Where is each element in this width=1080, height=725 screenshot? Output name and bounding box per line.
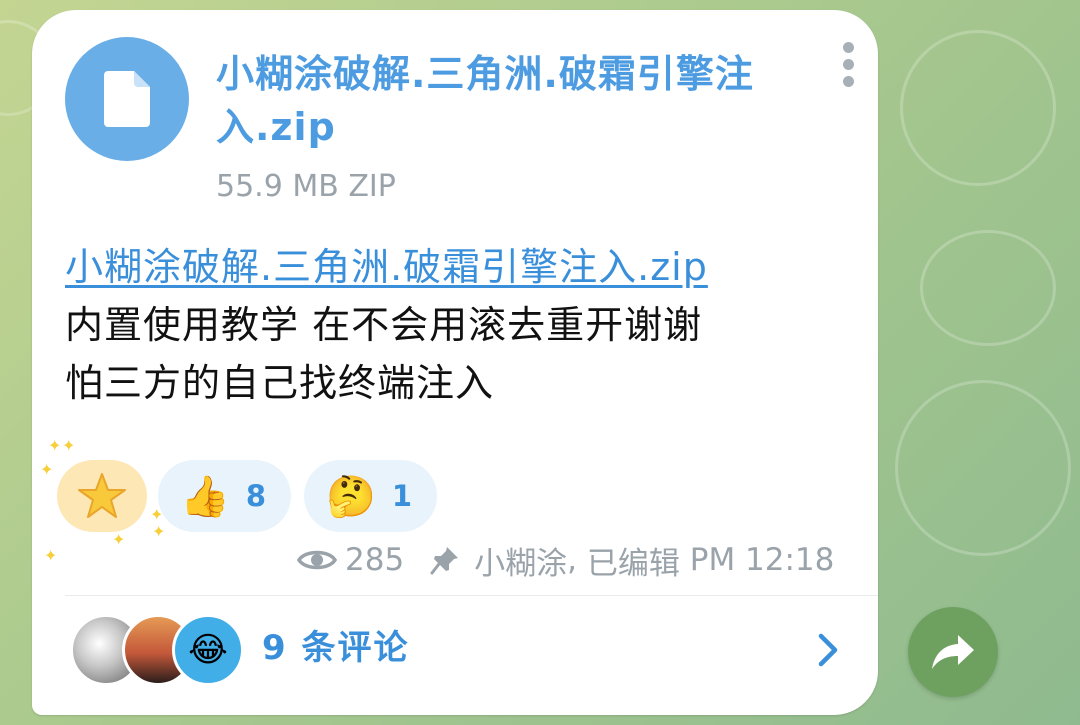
sparkle-icon: ✦	[62, 436, 76, 455]
reaction-thumbs-up[interactable]: 👍 8	[158, 460, 291, 532]
message-line-3: 怕三方的自己找终端注入	[65, 361, 495, 405]
view-count: 285	[345, 542, 405, 578]
file-name[interactable]: 小糊涂破解.三角洲.破霜引擎注入.zip	[216, 48, 816, 154]
wallpaper-doodle	[895, 380, 1071, 556]
emoji-avatar-icon: 😂	[188, 630, 228, 670]
comments-link[interactable]: 9 条评论	[262, 626, 410, 670]
reaction-thinking[interactable]: 🤔 1	[304, 460, 437, 532]
sparkle-icon: ✦	[112, 530, 126, 549]
sparkle-icon: ✦	[152, 522, 166, 541]
eye-icon	[297, 550, 337, 570]
share-button[interactable]	[908, 607, 998, 697]
reaction-count: 1	[391, 479, 412, 513]
file-size: 55.9 MB ZIP	[216, 169, 396, 204]
chevron-right-icon[interactable]	[813, 630, 843, 670]
divider	[65, 595, 878, 596]
star-icon	[78, 473, 126, 518]
sparkle-icon: ✦	[44, 546, 58, 565]
thumbs-up-icon: 👍	[180, 473, 230, 520]
reaction-star[interactable]	[57, 460, 147, 532]
sparkle-icon: ✦	[48, 436, 62, 455]
bubble-tail	[52, 681, 76, 705]
avatar: 😂	[172, 614, 244, 686]
file-download-button[interactable]	[65, 37, 189, 161]
message-link[interactable]: 小糊涂破解.三角洲.破霜引擎注入.zip	[65, 238, 845, 296]
share-arrow-icon	[932, 635, 974, 669]
more-options-icon[interactable]	[843, 42, 855, 92]
pin-icon	[430, 547, 459, 575]
wallpaper-doodle	[900, 30, 1056, 186]
document-icon	[104, 71, 150, 127]
stats-space	[680, 542, 690, 578]
author-name: 小糊涂	[474, 545, 568, 582]
stats-separator: ,	[567, 542, 587, 578]
edited-label: 已编辑	[586, 545, 680, 582]
thinking-face-icon: 🤔	[326, 473, 376, 520]
reaction-count: 8	[245, 479, 266, 513]
message-time: PM 12:18	[689, 542, 835, 578]
message-stats: 285 小糊涂, 已编辑 PM 12:18	[297, 538, 834, 582]
message-line-2: 内置使用教学 在不会用滚去重开谢谢	[65, 303, 703, 347]
wallpaper-doodle	[920, 230, 1056, 346]
sparkle-icon: ✦	[40, 460, 54, 479]
message-text: 小糊涂破解.三角洲.破霜引擎注入.zip 内置使用教学 在不会用滚去重开谢谢 怕…	[65, 238, 845, 412]
